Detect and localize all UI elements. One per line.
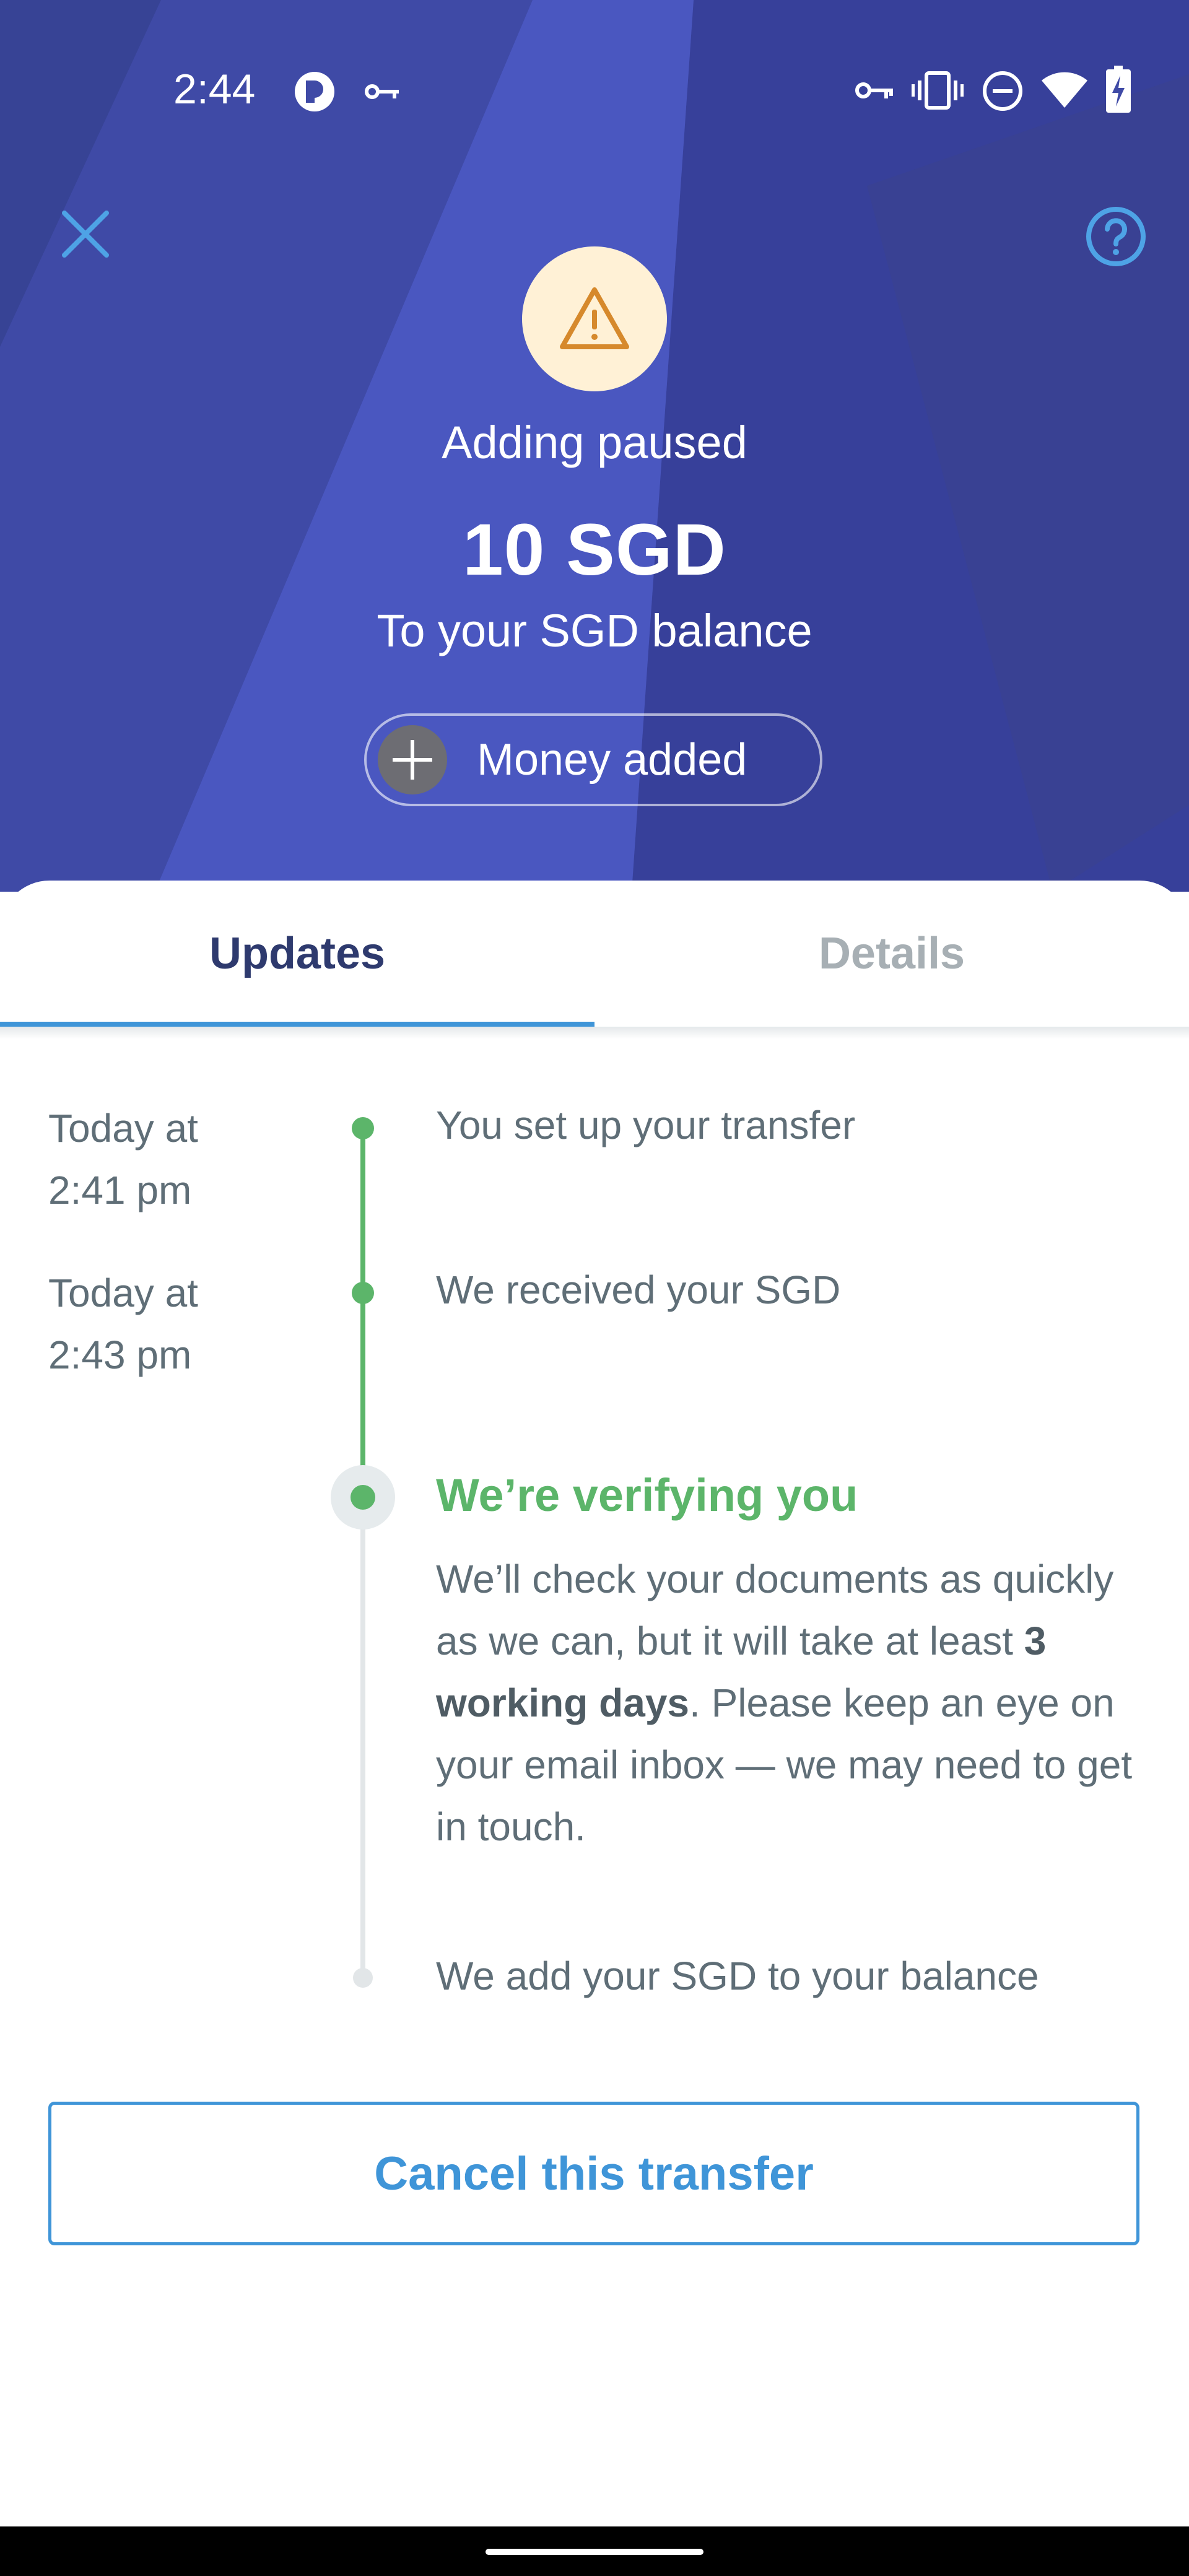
wifi-icon: [1042, 72, 1087, 108]
description-text: We’ll check your documents as quickly as…: [436, 1557, 1114, 1663]
active-tab-indicator: [0, 1022, 594, 1027]
transfer-amount: 10 SGD: [463, 509, 726, 591]
timeline-dot-current: [351, 1485, 375, 1510]
money-added-chip[interactable]: Money added: [364, 713, 822, 806]
tab-bar: Updates Details: [0, 881, 1189, 1039]
timeline-dot-pending: [353, 1968, 373, 1988]
status-icon-badge: [522, 246, 667, 391]
tab-divider: [0, 1027, 1189, 1039]
warning-icon: [560, 287, 629, 349]
tab-updates[interactable]: Updates: [0, 881, 594, 1027]
timeline-step-label: You set up your transfer: [436, 1103, 856, 1147]
money-added-label: Money added: [477, 735, 747, 785]
app-notification-icon: [295, 72, 334, 111]
do-not-disturb-icon: [983, 71, 1022, 111]
home-indicator[interactable]: [486, 2549, 703, 2555]
timeline-step-label: We add your SGD to your balance: [436, 1954, 1039, 1998]
close-icon[interactable]: [56, 204, 115, 264]
plus-icon: [378, 725, 447, 794]
timeline-progress-line: [360, 1127, 365, 1497]
transfer-destination: To your SGD balance: [377, 605, 812, 656]
timeline-step-label: We received your SGD: [436, 1268, 841, 1312]
timeline-current-step: We’re verifying you: [436, 1469, 858, 1521]
battery-charging-icon: [1106, 66, 1131, 113]
status-bar: 2:44: [0, 0, 1189, 186]
verification-description: We’ll check your documents as quickly as…: [436, 1548, 1154, 1858]
timeline-dot-done: [352, 1282, 374, 1304]
transfer-status-title: Adding paused: [442, 417, 747, 468]
vibrate-icon: [912, 71, 964, 110]
transfer-header: 2:44 Adding paused 10 SGD To your SGD ba…: [0, 0, 1189, 892]
timeline-pending-line: [360, 1497, 365, 1978]
help-icon[interactable]: [1084, 204, 1148, 269]
tab-details[interactable]: Details: [594, 881, 1189, 1027]
timeline-timestamp: Today at 2:41 pm: [48, 1106, 198, 1212]
timeline-timestamp: Today at 2:43 pm: [48, 1271, 198, 1377]
status-time: 2:44: [173, 66, 256, 113]
timeline-dot-done: [352, 1117, 374, 1139]
vpn-key-icon: [855, 82, 893, 98]
cancel-transfer-button[interactable]: Cancel this transfer: [48, 2102, 1139, 2245]
key-icon: [365, 84, 399, 99]
